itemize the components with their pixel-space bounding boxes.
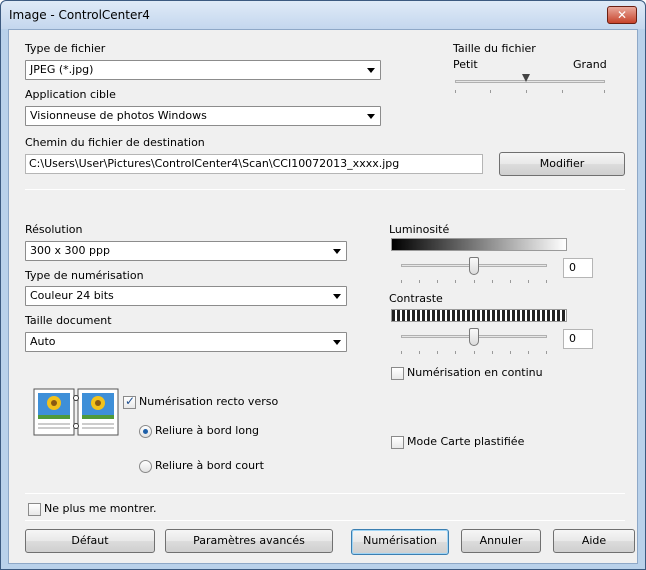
dialog-window: Image - ControlCenter4 ✕ Type de fichier… (0, 0, 646, 570)
slider-tick (510, 280, 511, 283)
chevron-down-icon (333, 294, 341, 299)
target-app-label: Application cible (25, 88, 116, 101)
section-divider (25, 520, 625, 521)
resolution-label: Résolution (25, 223, 83, 236)
duplex-scan-icon (33, 388, 119, 436)
long-edge-label[interactable]: Reliure à bord long (155, 424, 259, 437)
dont-show-checkbox[interactable] (28, 503, 41, 516)
window-title: Image - ControlCenter4 (9, 8, 150, 22)
close-icon: ✕ (616, 8, 628, 22)
slider-tick (474, 280, 475, 283)
slider-tick (510, 351, 511, 354)
long-edge-radio[interactable] (139, 425, 152, 438)
file-type-label: Type de fichier (25, 42, 106, 55)
advanced-settings-button-label: Paramètres avancés (193, 534, 305, 547)
destination-path-field[interactable]: C:\Users\User\Pictures\ControlCenter4\Sc… (25, 154, 483, 174)
duplex-scan-checkbox[interactable] (123, 394, 136, 409)
slider-tick (490, 90, 491, 93)
brightness-slider-thumb[interactable] (469, 257, 479, 275)
dont-show-label[interactable]: Ne plus me montrer. (44, 502, 157, 515)
default-button[interactable]: Défaut (25, 529, 155, 553)
file-type-select[interactable]: JPEG (*.jpg) (25, 60, 381, 80)
slider-tick (528, 280, 529, 283)
contrast-value-field[interactable]: 0 (563, 329, 593, 349)
target-app-value: Visionneuse de photos Windows (30, 109, 207, 122)
contrast-slider-thumb[interactable] (469, 328, 479, 346)
section-divider (25, 189, 625, 190)
scan-button-label: Numérisation (363, 534, 437, 547)
doc-size-value: Auto (30, 335, 56, 348)
laminated-card-checkbox[interactable] (391, 436, 404, 449)
scan-type-select[interactable]: Couleur 24 bits (25, 286, 347, 306)
slider-tick (401, 280, 402, 283)
resolution-select[interactable]: 300 x 300 ppp (25, 241, 347, 261)
slider-tick (604, 90, 605, 93)
chevron-down-icon (333, 249, 341, 254)
continuous-scan-checkbox[interactable] (391, 367, 404, 380)
brightness-label: Luminosité (389, 223, 450, 236)
contrast-label: Contraste (389, 292, 443, 305)
chevron-down-icon (367, 114, 375, 119)
slider-tick (562, 90, 563, 93)
target-app-select[interactable]: Visionneuse de photos Windows (25, 106, 381, 126)
slider-tick (455, 280, 456, 283)
destination-path-value: C:\Users\User\Pictures\ControlCenter4\Sc… (29, 157, 400, 170)
help-button[interactable]: Aide (553, 529, 635, 553)
slider-tick (455, 351, 456, 354)
file-size-max-label: Grand (573, 58, 607, 71)
scan-type-value: Couleur 24 bits (30, 289, 114, 302)
duplex-scan-label[interactable]: Numérisation recto verso (139, 395, 278, 408)
slider-tick (546, 280, 547, 283)
slider-tick (528, 351, 529, 354)
file-size-label: Taille du fichier (453, 42, 536, 55)
slider-tick (437, 351, 438, 354)
chevron-down-icon (333, 340, 341, 345)
advanced-settings-button[interactable]: Paramètres avancés (165, 529, 333, 553)
destination-label: Chemin du fichier de destination (25, 136, 205, 149)
contrast-pattern (391, 309, 567, 322)
close-button[interactable]: ✕ (607, 6, 637, 24)
slider-tick (526, 90, 527, 93)
brightness-gradient (391, 238, 567, 251)
contrast-value: 0 (569, 332, 576, 345)
doc-size-select[interactable]: Auto (25, 332, 347, 352)
slider-tick (546, 351, 547, 354)
file-size-min-label: Petit (453, 58, 478, 71)
cancel-button-label: Annuler (479, 534, 523, 547)
slider-tick (492, 351, 493, 354)
dialog-client-area: Type de fichier JPEG (*.jpg) Taille du f… (8, 29, 638, 564)
modify-button[interactable]: Modifier (499, 152, 625, 176)
short-edge-label[interactable]: Reliure à bord court (155, 459, 264, 472)
slider-tick (437, 280, 438, 283)
slider-tick (419, 280, 420, 283)
scan-type-label: Type de numérisation (25, 269, 144, 282)
cancel-button[interactable]: Annuler (461, 529, 541, 553)
file-size-slider[interactable] (455, 80, 605, 83)
section-divider (25, 493, 625, 494)
resolution-value: 300 x 300 ppp (30, 244, 110, 257)
doc-size-label: Taille document (25, 314, 112, 327)
slider-tick (455, 90, 456, 93)
file-type-value: JPEG (*.jpg) (30, 63, 94, 76)
help-button-label: Aide (581, 534, 607, 547)
slider-tick (401, 351, 402, 354)
slider-tick (419, 351, 420, 354)
default-button-label: Défaut (71, 534, 109, 547)
slider-tick (492, 280, 493, 283)
laminated-card-label[interactable]: Mode Carte plastifiée (407, 435, 524, 448)
chevron-down-icon (367, 68, 375, 73)
brightness-value-field[interactable]: 0 (563, 258, 593, 278)
slider-tick (474, 351, 475, 354)
scan-button[interactable]: Numérisation (351, 529, 449, 555)
short-edge-radio[interactable] (139, 460, 152, 473)
continuous-scan-label[interactable]: Numérisation en continu (407, 366, 543, 379)
modify-button-label: Modifier (539, 157, 585, 170)
file-size-slider-thumb[interactable] (522, 74, 530, 82)
title-bar[interactable]: Image - ControlCenter4 ✕ (1, 1, 645, 29)
brightness-value: 0 (569, 261, 576, 274)
